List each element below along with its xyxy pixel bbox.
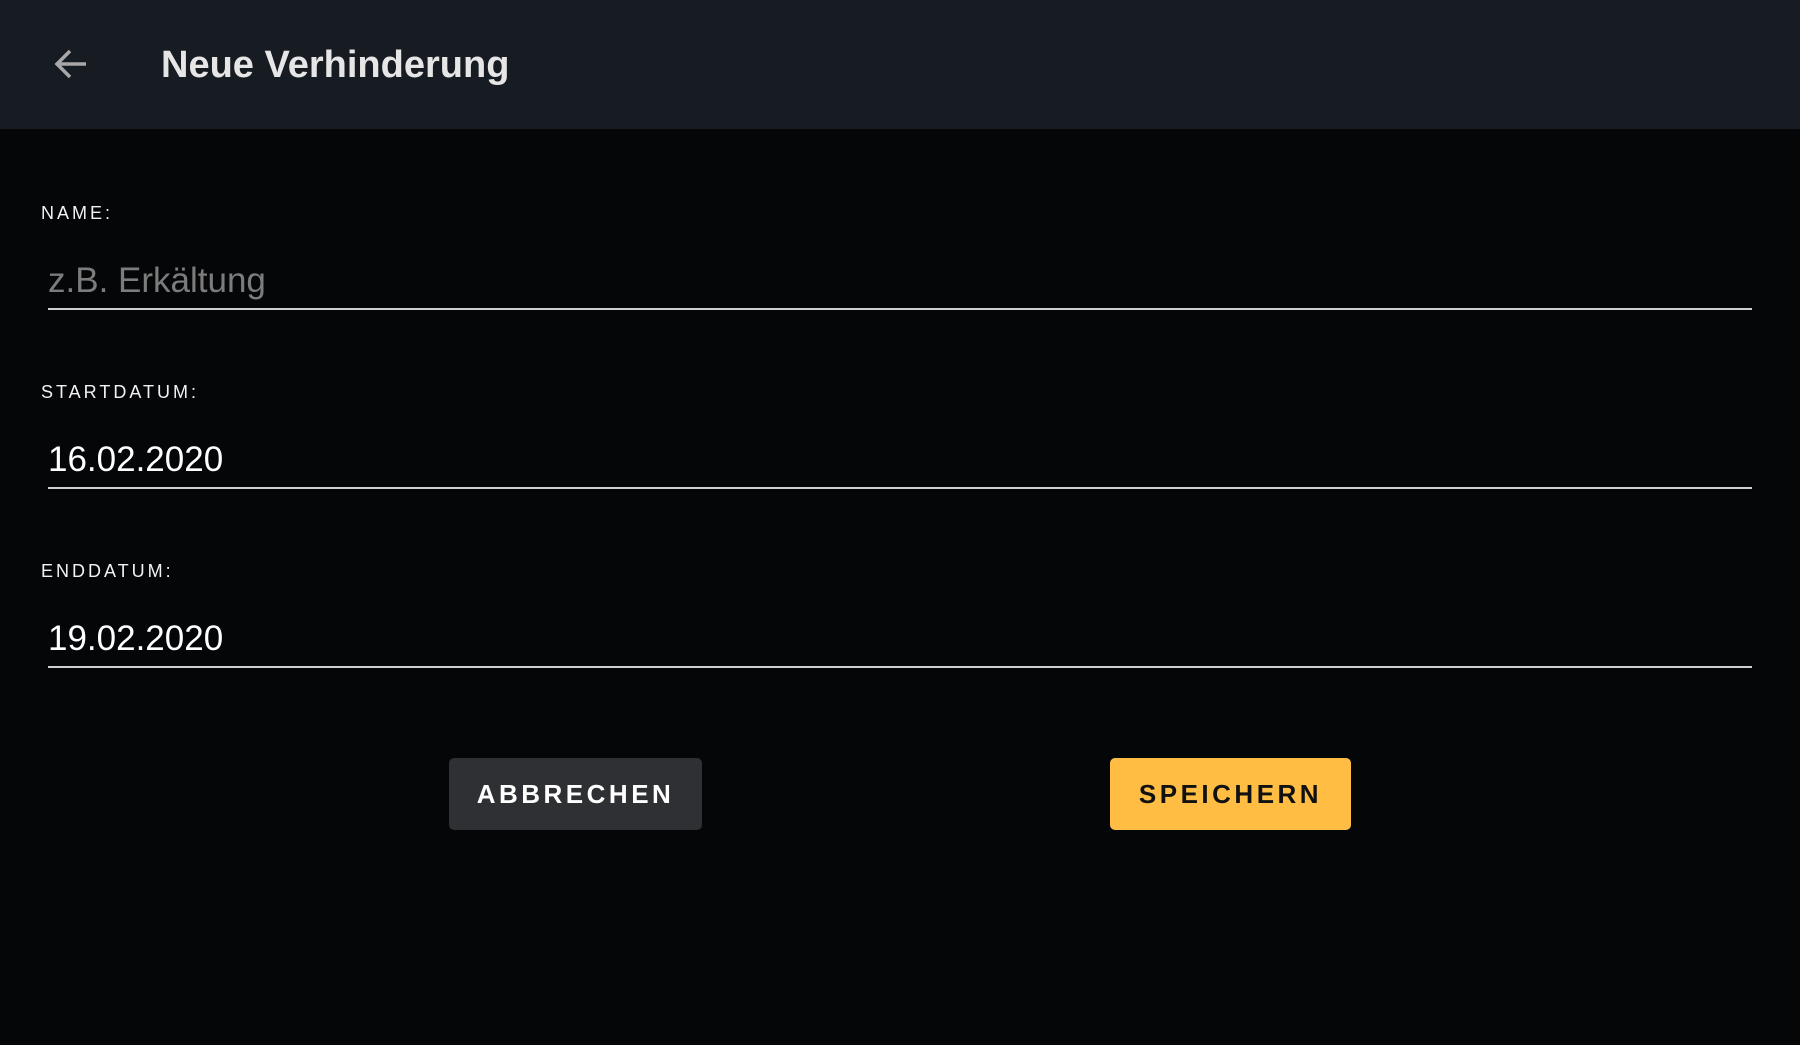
start-date-input[interactable]	[48, 433, 1752, 489]
start-date-label: STARTDATUM:	[41, 382, 199, 402]
cancel-button[interactable]: ABBRECHEN	[449, 758, 702, 830]
arrow-left-icon	[54, 49, 86, 79]
end-date-label: ENDDATUM:	[41, 561, 174, 581]
page-title: Neue Verhinderung	[161, 44, 510, 86]
name-input[interactable]	[48, 254, 1752, 310]
save-button[interactable]: SPEICHERN	[1110, 758, 1351, 830]
app-header: Neue Verhinderung	[0, 0, 1800, 129]
name-label: NAME:	[41, 203, 114, 223]
back-button[interactable]	[50, 44, 94, 84]
end-date-input[interactable]	[48, 612, 1752, 668]
